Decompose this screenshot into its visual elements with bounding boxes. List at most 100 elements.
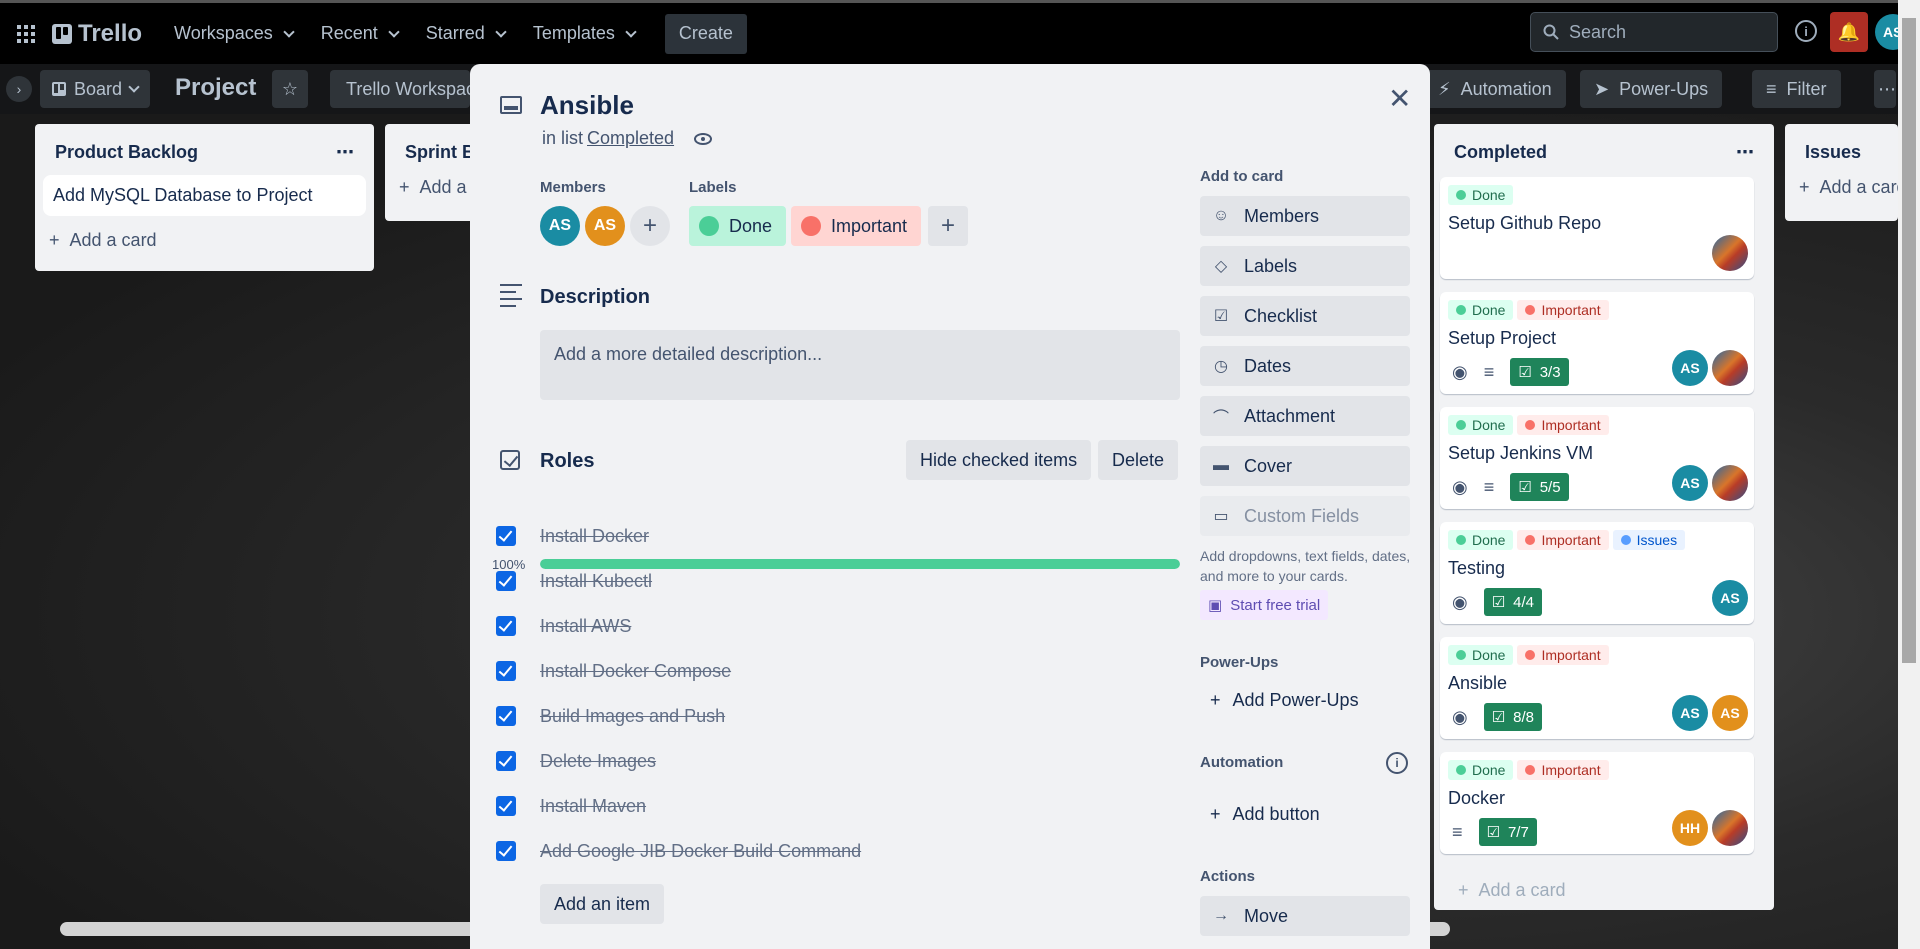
- card-title[interactable]: Ansible: [540, 90, 634, 121]
- nav-recent[interactable]: Recent: [307, 14, 412, 54]
- app-switcher-icon[interactable]: [0, 2, 52, 66]
- checklist-item-text[interactable]: Add Google JIB Docker Build Command: [540, 841, 861, 862]
- add-member-button[interactable]: +: [630, 206, 670, 246]
- info-icon[interactable]: i: [1386, 752, 1408, 774]
- checklist-button[interactable]: ☑ Checklist: [1200, 296, 1410, 336]
- checklist-item-text[interactable]: Install Docker Compose: [540, 661, 731, 682]
- member-avatar[interactable]: [1712, 350, 1748, 386]
- member-avatar[interactable]: AS: [585, 206, 625, 246]
- automation-button[interactable]: ⚡ Automation: [1424, 70, 1566, 108]
- checklist-title[interactable]: Roles: [540, 450, 594, 473]
- cover-button[interactable]: ▬ Cover: [1200, 446, 1410, 486]
- checklist-item-checkbox[interactable]: [496, 571, 516, 591]
- add-power-ups-button[interactable]: + Add Power-Ups: [1210, 690, 1359, 711]
- page-vertical-scrollbar[interactable]: [1898, 0, 1920, 949]
- checklist-item[interactable]: Install AWS: [496, 611, 631, 641]
- list-title[interactable]: Issues: [1805, 142, 1861, 163]
- checklist-item[interactable]: Install Maven: [496, 791, 646, 821]
- checklist-item-checkbox[interactable]: [496, 661, 516, 681]
- checklist-item[interactable]: Install Kubectl: [496, 566, 652, 596]
- list-card[interactable]: Done Important Ansible ◉ ☑ 8/8 AS AS: [1440, 637, 1754, 739]
- watching-eye-icon: ◉: [1452, 591, 1468, 612]
- create-button[interactable]: Create: [664, 13, 747, 54]
- description-input[interactable]: Add a more detailed description...: [540, 330, 1180, 400]
- list-title[interactable]: Product Backlog: [55, 142, 198, 163]
- hide-checked-items-button[interactable]: Hide checked items: [906, 440, 1092, 480]
- nav-workspaces[interactable]: Workspaces: [160, 14, 307, 54]
- board-title[interactable]: Project: [175, 74, 256, 102]
- search-input[interactable]: Search: [1530, 12, 1778, 52]
- labels-button[interactable]: ◇ Labels: [1200, 246, 1410, 286]
- checklist-item-checkbox[interactable]: [496, 526, 516, 546]
- checklist-item[interactable]: Add Google JIB Docker Build Command: [496, 836, 861, 866]
- checklist-item-checkbox[interactable]: [496, 706, 516, 726]
- list-menu-icon[interactable]: ⋯: [336, 142, 354, 163]
- member-avatar[interactable]: HH: [1672, 810, 1708, 846]
- member-avatar[interactable]: AS: [1672, 465, 1708, 501]
- label-done[interactable]: Done: [689, 206, 787, 246]
- members-button[interactable]: ☺ Members: [1200, 196, 1410, 236]
- power-ups-button[interactable]: ➤ Power-Ups: [1580, 70, 1723, 108]
- filter-button[interactable]: ≡ Filter: [1752, 70, 1841, 108]
- add-label-button[interactable]: +: [928, 206, 968, 246]
- custom-fields-button[interactable]: ▭ Custom Fields: [1200, 496, 1410, 536]
- checklist-item-checkbox[interactable]: [496, 796, 516, 816]
- checklist-item-text[interactable]: Install Kubectl: [540, 571, 652, 592]
- description-icon: [500, 284, 522, 312]
- scrollbar-thumb[interactable]: [1902, 18, 1916, 663]
- watching-eye-icon: ◉: [1452, 361, 1468, 382]
- checklist-item-text[interactable]: Install Maven: [540, 796, 646, 817]
- label-important[interactable]: Important: [791, 206, 922, 246]
- member-avatar[interactable]: [1712, 810, 1748, 846]
- member-avatar[interactable]: [1712, 235, 1748, 271]
- member-avatar[interactable]: AS: [1712, 695, 1748, 731]
- close-icon[interactable]: ✕: [1388, 82, 1411, 115]
- start-free-trial-button[interactable]: ▣ Start free trial: [1200, 590, 1329, 620]
- list-card[interactable]: Done Setup Github Repo: [1440, 177, 1754, 279]
- move-button[interactable]: → Move: [1200, 896, 1410, 936]
- star-icon[interactable]: ☆: [272, 70, 308, 108]
- member-avatar[interactable]: AS: [540, 206, 580, 246]
- list-card[interactable]: Add MySQL Database to Project: [43, 175, 366, 216]
- trello-logo[interactable]: Trello: [52, 20, 142, 48]
- add-card-button[interactable]: + Add a card: [35, 216, 374, 265]
- checklist-item-text[interactable]: Install Docker: [540, 526, 649, 547]
- list-card[interactable]: Done Important Issues Testing ◉ ☑ 4/4 AS: [1440, 522, 1754, 624]
- list-menu-icon[interactable]: ⋯: [1736, 142, 1754, 163]
- sidebar-expand-icon[interactable]: ›: [6, 76, 32, 102]
- list-title[interactable]: Completed: [1454, 142, 1547, 163]
- nav-starred[interactable]: Starred: [412, 14, 519, 54]
- list-link[interactable]: Completed: [587, 128, 674, 149]
- member-avatar[interactable]: AS: [1672, 350, 1708, 386]
- checklist-item-text[interactable]: Install AWS: [540, 616, 631, 637]
- checklist-item[interactable]: Install Docker Compose: [496, 656, 731, 686]
- member-avatar[interactable]: [1712, 465, 1748, 501]
- notifications-bell-icon[interactable]: 🔔: [1830, 12, 1868, 52]
- info-icon[interactable]: i: [1795, 20, 1817, 42]
- list-card[interactable]: Done Important Setup Project ◉ ≡ ☑ 3/3 AS: [1440, 292, 1754, 394]
- member-avatar[interactable]: AS: [1712, 580, 1748, 616]
- checklist-item-text[interactable]: Build Images and Push: [540, 706, 725, 727]
- add-button-button[interactable]: + Add button: [1210, 804, 1320, 825]
- more-menu-icon[interactable]: ⋯: [1874, 70, 1896, 108]
- add-item-button[interactable]: Add an item: [540, 884, 665, 924]
- member-avatar[interactable]: AS: [1672, 695, 1708, 731]
- checklist-item-checkbox[interactable]: [496, 841, 516, 861]
- checklist-item-text[interactable]: Delete Images: [540, 751, 656, 772]
- attachment-button[interactable]: ⌒ Attachment: [1200, 396, 1410, 436]
- delete-checklist-button[interactable]: Delete: [1098, 440, 1179, 480]
- checklist-item[interactable]: Build Images and Push: [496, 701, 725, 731]
- list-card[interactable]: Done Important Docker ≡ ☑ 7/7 HH: [1440, 752, 1754, 854]
- board-view-switcher[interactable]: Board: [40, 70, 151, 108]
- checklist-item-checkbox[interactable]: [496, 616, 516, 636]
- dates-button[interactable]: ◷ Dates: [1200, 346, 1410, 386]
- add-card-button[interactable]: + Add a card: [1444, 866, 1580, 915]
- add-card-button[interactable]: + Add a card: [1785, 163, 1898, 212]
- list-card[interactable]: Done Important Setup Jenkins VM ◉ ≡ ☑ 5/5 A…: [1440, 407, 1754, 509]
- checklist-item-checkbox[interactable]: [496, 751, 516, 771]
- checklist-item[interactable]: Delete Images: [496, 746, 656, 776]
- checklist-item[interactable]: Install Docker: [496, 521, 649, 551]
- watching-eye-icon: ◉: [1452, 476, 1468, 497]
- workspace-visibility-button[interactable]: Trello Workspace: [330, 70, 470, 108]
- nav-templates[interactable]: Templates: [519, 14, 649, 54]
